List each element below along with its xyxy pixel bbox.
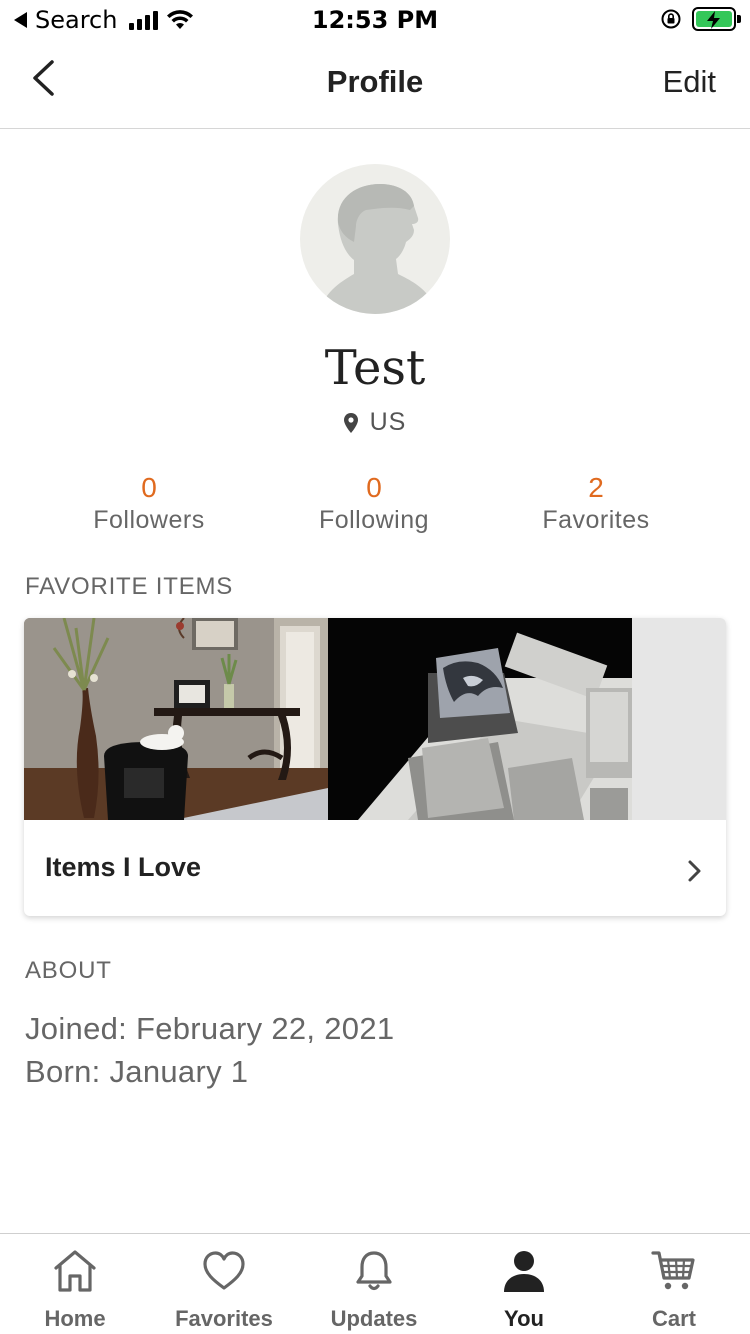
- favorites-collection-card[interactable]: Items I Love: [24, 618, 726, 916]
- cart-icon: [651, 1251, 695, 1290]
- tab-cart[interactable]: Cart: [599, 1234, 749, 1334]
- status-time: 12:53 PM: [311, 6, 439, 34]
- favorites-count: 2: [588, 472, 604, 503]
- avatar[interactable]: [300, 164, 450, 314]
- birthday: Born: January 1: [25, 1054, 249, 1089]
- tab-updates-label: Updates: [330, 1306, 418, 1331]
- heart-icon: [203, 1251, 245, 1290]
- joined-date: Joined: February 22, 2021: [25, 1011, 395, 1046]
- following-count: 0: [366, 472, 382, 503]
- location-label: US: [369, 408, 407, 436]
- about-heading: ABOUT: [25, 957, 112, 984]
- profile-name: Test: [324, 340, 426, 396]
- following-label: Following: [318, 506, 430, 534]
- status-bar-right: [660, 7, 741, 31]
- collection-title: Items I Love: [45, 852, 202, 882]
- tab-you[interactable]: You: [449, 1234, 599, 1334]
- collection-footer[interactable]: Items I Love: [24, 820, 726, 916]
- edit-button[interactable]: Edit: [663, 64, 716, 100]
- tab-home[interactable]: Home: [0, 1234, 150, 1334]
- profile-stats: 0 Followers 0 Following 2 Favorites: [0, 470, 750, 544]
- thumbnail-cat-furniture: [24, 618, 328, 820]
- stat-followers[interactable]: 0 Followers: [39, 470, 259, 535]
- home-icon: [54, 1250, 96, 1292]
- profile-location: US: [0, 408, 750, 437]
- favorite-items-heading: FAVORITE ITEMS: [25, 573, 234, 600]
- stat-favorites[interactable]: 2 Favorites: [486, 470, 706, 535]
- location-pin-icon: [343, 412, 358, 433]
- page-title: Profile: [326, 64, 424, 99]
- tab-favorites-label: Favorites: [175, 1306, 273, 1331]
- collection-thumbnails: [24, 618, 726, 820]
- nav-header: Profile Edit: [0, 40, 750, 129]
- tab-you-label: You: [504, 1306, 544, 1331]
- tab-updates[interactable]: Updates: [299, 1234, 449, 1334]
- tab-cart-label: Cart: [651, 1306, 696, 1331]
- tab-favorites[interactable]: Favorites: [149, 1234, 299, 1334]
- status-bar: Search 12:53 PM: [0, 0, 750, 40]
- default-avatar-silhouette-icon: [320, 184, 430, 314]
- tab-bar: Home Favorites Updates You Cart: [0, 1233, 750, 1334]
- orientation-lock-icon: [661, 9, 681, 29]
- followers-label: Followers: [93, 506, 205, 534]
- bell-icon: [356, 1251, 392, 1291]
- followers-count: 0: [141, 472, 157, 503]
- favorites-label: Favorites: [542, 506, 650, 534]
- battery-icon: [692, 7, 741, 31]
- person-icon: [504, 1251, 544, 1292]
- thumbnail-keycap: [328, 618, 632, 820]
- tab-home-label: Home: [44, 1306, 106, 1331]
- chevron-right-icon: [688, 860, 701, 882]
- thumbnail-placeholder: [632, 618, 726, 820]
- stat-following[interactable]: 0 Following: [264, 470, 484, 535]
